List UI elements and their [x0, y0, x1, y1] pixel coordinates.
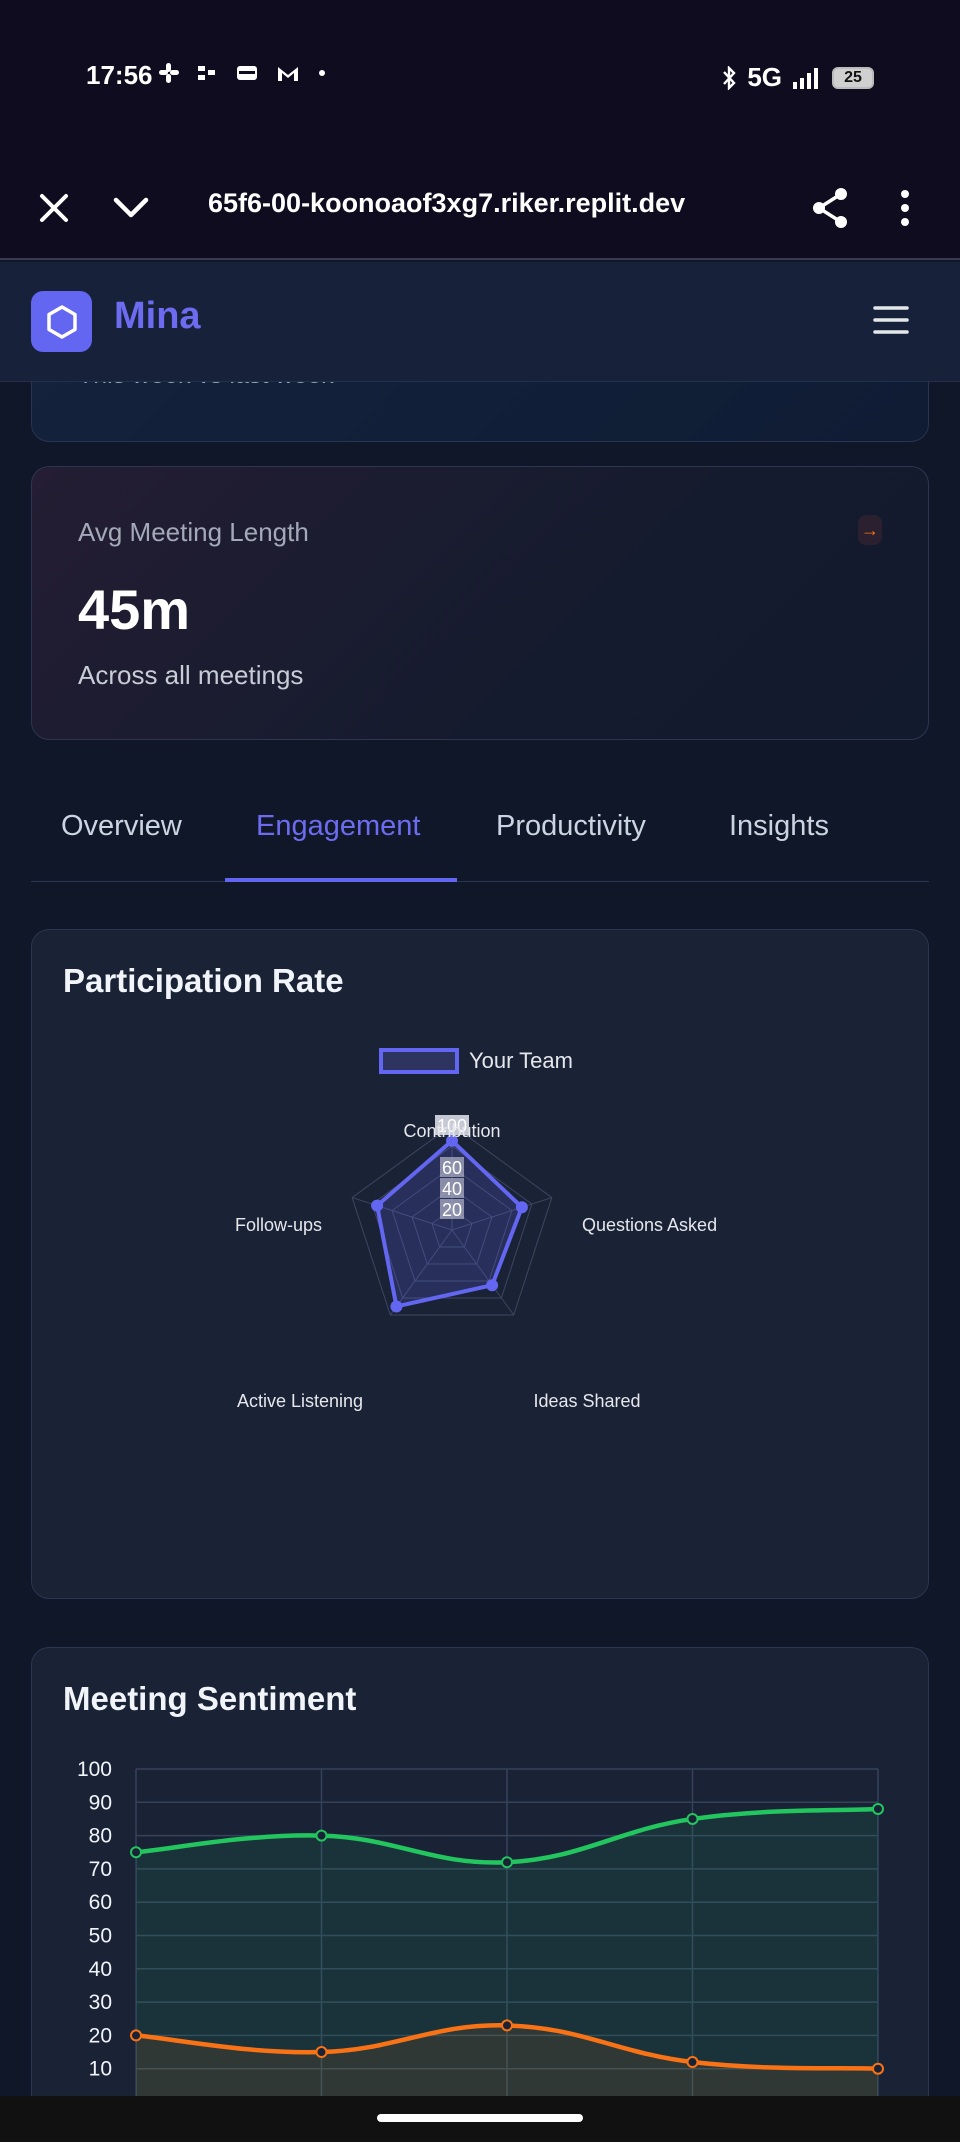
analytics-tabs: Overview Engagement Productivity Insight…	[31, 790, 929, 882]
signal-icon	[793, 67, 818, 89]
series-point	[686, 2056, 699, 2069]
series-point	[501, 1856, 513, 1869]
y-tick-label: 40	[89, 1958, 112, 1981]
menu-icon[interactable]	[873, 304, 909, 336]
status-right: 5G 25	[721, 62, 874, 93]
home-gesture-bar[interactable]	[377, 2114, 583, 2122]
metric-value: 45m	[78, 578, 191, 641]
y-tick-label: 50	[89, 1925, 112, 1948]
y-tick-label: 80	[89, 1825, 112, 1848]
chevron-down-icon[interactable]	[112, 194, 150, 222]
series-point	[872, 2062, 884, 2075]
tab-engagement[interactable]: Engagement	[256, 810, 420, 843]
slack-icon	[159, 63, 179, 83]
more-options-icon[interactable]	[898, 188, 912, 228]
y-tick-label: 20	[89, 2024, 112, 2047]
share-icon[interactable]	[810, 186, 850, 230]
series-point	[130, 2029, 142, 2042]
series-point	[315, 1829, 328, 1842]
series-point	[501, 2019, 513, 2032]
app-name[interactable]: Mina	[114, 295, 201, 338]
series-point	[315, 2046, 328, 2059]
status-bar: 17:56 5G 25	[0, 0, 960, 150]
wallet-icon	[237, 66, 257, 80]
radar-axis-label: Active Listening	[237, 1391, 363, 1411]
radar-axis-label: Questions Asked	[582, 1215, 717, 1235]
tab-productivity[interactable]: Productivity	[496, 810, 646, 843]
radar-point	[486, 1279, 499, 1292]
radar-tick-label: 60	[442, 1158, 462, 1178]
radar-tick-label: 20	[442, 1200, 462, 1220]
metric-label: Avg Meeting Length	[78, 517, 309, 547]
notification-icons	[158, 62, 326, 84]
metric-subtitle: Across all meetings	[78, 660, 304, 690]
series-point	[686, 1812, 699, 1825]
app-header: Mina	[0, 262, 960, 382]
status-time: 17:56	[86, 60, 153, 90]
tab-overview[interactable]: Overview	[61, 810, 182, 843]
radar-axis-label: Contribution	[403, 1121, 500, 1141]
participation-radar-chart: 100604020ContributionQuestions AskedIdea…	[235, 1115, 717, 1411]
radar-point	[515, 1201, 528, 1214]
radar-axis-label: Follow-ups	[235, 1215, 322, 1235]
url-bar[interactable]: 65f6-00-koonoaof3xg7.riker.replit.dev	[208, 188, 685, 219]
bluetooth-icon	[723, 65, 736, 90]
hexagon-icon	[46, 304, 77, 339]
radar-tick-label: 40	[442, 1179, 462, 1199]
network-label: 5G	[747, 62, 782, 92]
y-tick-label: 70	[89, 1858, 112, 1881]
app-icon	[198, 66, 215, 80]
dot-icon	[319, 70, 325, 76]
sentiment-line-chart: 10 20 30 40 50 60 70 80 90 100	[77, 1758, 884, 2102]
series-point	[130, 1846, 142, 1859]
avg-meeting-length-card: Avg Meeting Length → 45m Across all meet…	[31, 466, 929, 740]
battery-icon: 25	[832, 66, 874, 89]
meeting-sentiment-card: Meeting Sentiment 10 20 30 40 50 60 70 80 90 100	[31, 1647, 929, 2142]
app-logo[interactable]	[31, 291, 92, 352]
radar-point	[371, 1199, 384, 1212]
y-tick-label: 60	[89, 1891, 112, 1914]
close-icon[interactable]	[36, 190, 72, 226]
participation-rate-card: Participation Rate Your Team 100 60 40 20 Co…	[31, 929, 929, 1599]
radar-axis-label: Ideas Shared	[533, 1391, 640, 1411]
tab-insights[interactable]: Insights	[729, 810, 829, 843]
active-tab-indicator	[225, 878, 457, 882]
y-tick-label: 10	[89, 2058, 112, 2081]
radar-point	[390, 1300, 403, 1313]
arrow-right-icon[interactable]: →	[858, 515, 882, 545]
series-point	[872, 1802, 884, 1815]
y-tick-label: 90	[89, 1791, 112, 1814]
system-nav-bar	[0, 2096, 960, 2142]
y-tick-label: 30	[89, 1991, 112, 2014]
browser-toolbar: 65f6-00-koonoaof3xg7.riker.replit.dev	[0, 150, 960, 260]
gmail-icon	[278, 67, 298, 81]
y-tick-label: 100	[77, 1758, 112, 1781]
